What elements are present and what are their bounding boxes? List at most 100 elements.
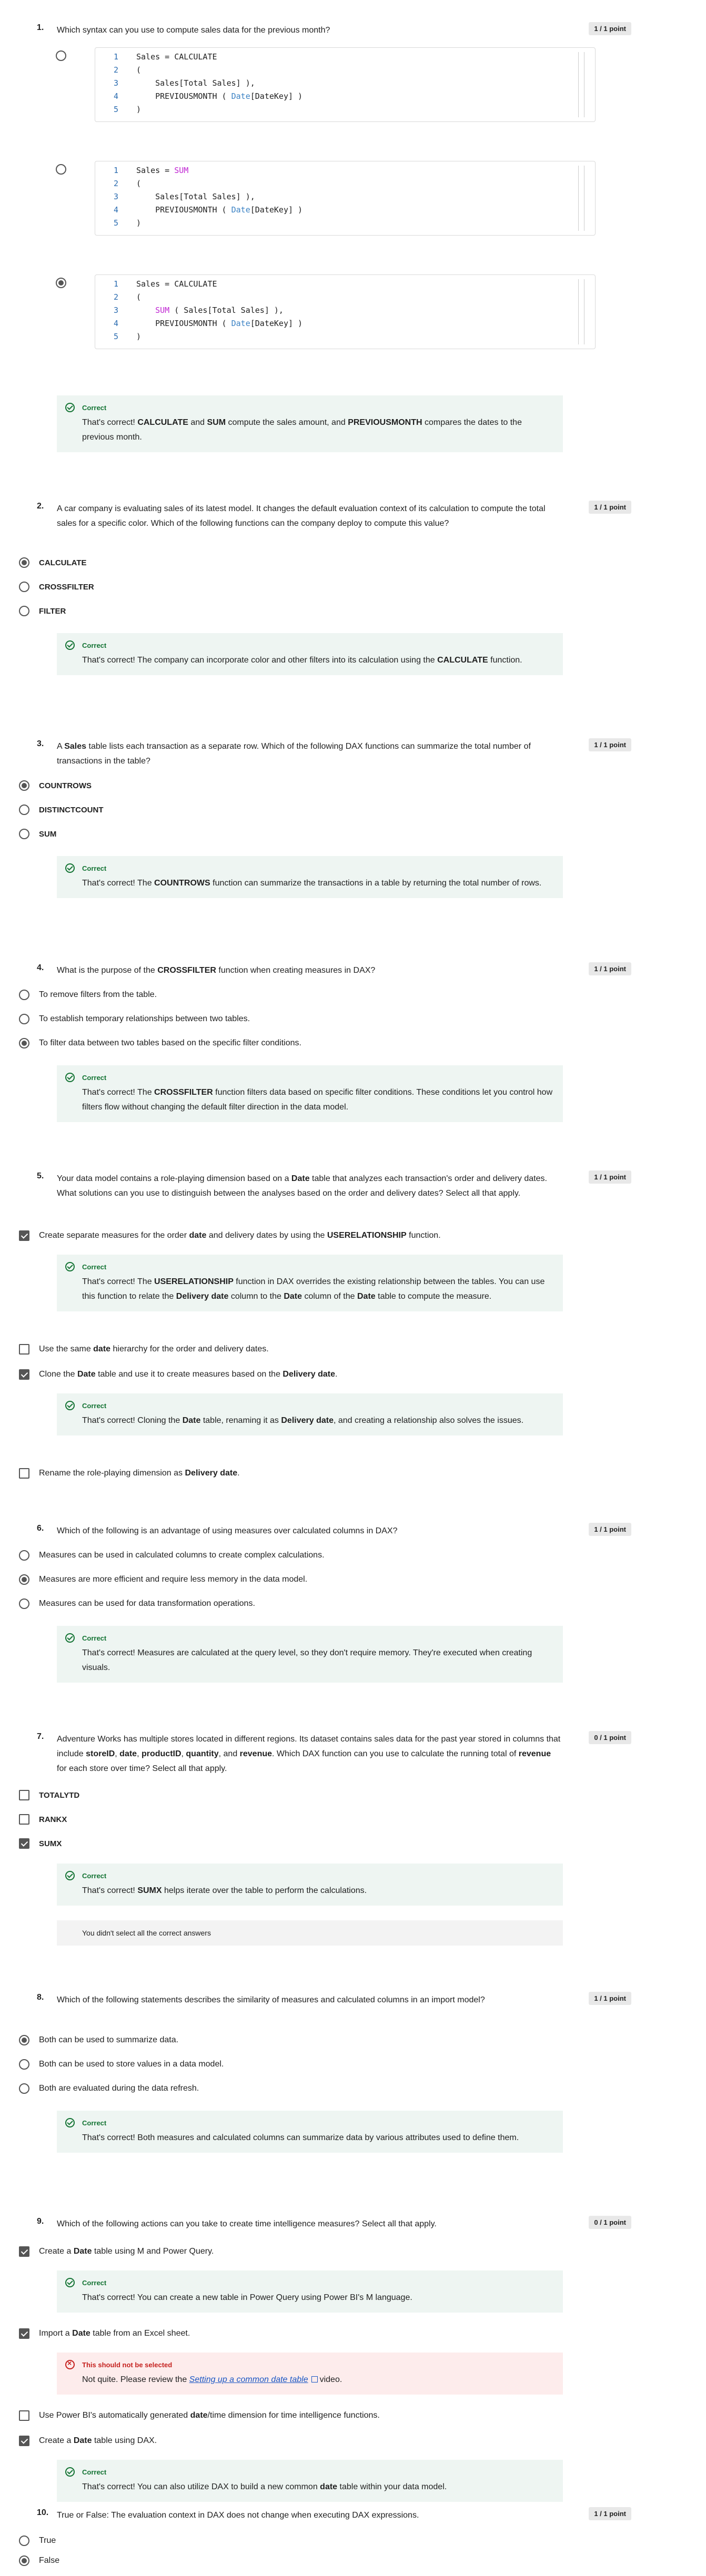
code-scrollbar[interactable] bbox=[578, 166, 584, 231]
option-userelationship[interactable]: Create separate measures for the order d… bbox=[19, 1230, 441, 1241]
feedback-title: Correct bbox=[82, 1634, 107, 1642]
code-option-3[interactable] bbox=[56, 278, 66, 288]
feedback-text: That's correct! The company can incorpor… bbox=[82, 656, 522, 665]
question-text: A car company is evaluating sales of its… bbox=[57, 504, 546, 528]
option-clone-date-table[interactable]: Clone the Date table and use it to creat… bbox=[19, 1369, 337, 1380]
option-crossfilter[interactable]: CROSSFILTER bbox=[19, 582, 94, 592]
code-line: ) bbox=[136, 218, 142, 228]
option-calculate[interactable]: CALCULATE bbox=[19, 557, 87, 568]
radio-button[interactable] bbox=[19, 2083, 29, 2094]
option-summarize-data[interactable]: Both can be used to summarize data. bbox=[19, 2035, 178, 2045]
code-scrollbar[interactable] bbox=[578, 279, 584, 344]
radio-button[interactable] bbox=[56, 164, 66, 175]
checkbox[interactable] bbox=[19, 1790, 29, 1800]
question-number: 6. bbox=[37, 1524, 44, 1533]
option-false[interactable]: False bbox=[19, 2555, 59, 2566]
option-label: Create a Date table using M and Power Qu… bbox=[39, 2247, 214, 2256]
feedback-title: Correct bbox=[82, 641, 107, 649]
radio-button-selected[interactable] bbox=[19, 2555, 29, 2566]
code-option-1[interactable] bbox=[56, 50, 66, 61]
checkbox[interactable] bbox=[19, 1344, 29, 1355]
option-measures-efficient[interactable]: Measures are more efficient and require … bbox=[19, 1574, 307, 1585]
option-same-hierarchy[interactable]: Use the same date hierarchy for the orde… bbox=[19, 1344, 269, 1355]
feedback-correct: Correct That's correct! CALCULATE and SU… bbox=[57, 395, 563, 452]
checkbox[interactable] bbox=[19, 2410, 29, 2421]
option-label: Both are evaluated during the data refre… bbox=[39, 2084, 199, 2093]
points-badge: 0 / 1 point bbox=[589, 1731, 631, 1744]
option-measures-in-columns[interactable]: Measures can be used in calculated colum… bbox=[19, 1550, 325, 1561]
option-countrows[interactable]: COUNTROWS bbox=[19, 780, 92, 791]
video-link[interactable]: Setting up a common date table bbox=[189, 2375, 308, 2384]
radio-button-selected[interactable] bbox=[19, 2035, 29, 2045]
checkbox[interactable] bbox=[19, 1468, 29, 1479]
option-filter-between-tables[interactable]: To filter data between two tables based … bbox=[19, 1038, 301, 1048]
option-store-values[interactable]: Both can be used to store values in a da… bbox=[19, 2059, 224, 2070]
option-import-excel[interactable]: Import a Date table from an Excel sheet. bbox=[19, 2328, 190, 2339]
check-circle-icon bbox=[65, 1401, 75, 1410]
radio-button[interactable] bbox=[19, 1550, 29, 1561]
radio-button[interactable] bbox=[19, 2536, 29, 2546]
checkbox-checked[interactable] bbox=[19, 2328, 29, 2339]
option-filter[interactable]: FILTER bbox=[19, 606, 66, 616]
question-number: 5. bbox=[37, 1172, 44, 1180]
radio-button-selected[interactable] bbox=[19, 780, 29, 791]
points-badge: 1 / 1 point bbox=[589, 962, 631, 975]
option-temporary-relationships[interactable]: To establish temporary relationships bet… bbox=[19, 1014, 250, 1024]
feedback-correct: Correct That's correct! You can also uti… bbox=[57, 2460, 563, 2502]
radio-button[interactable] bbox=[19, 805, 29, 815]
radio-button-selected[interactable] bbox=[19, 557, 29, 568]
question-number: 10. bbox=[37, 2508, 49, 2517]
code-line: ) bbox=[136, 105, 142, 114]
points-badge: 1 / 1 point bbox=[589, 1523, 631, 1536]
option-evaluated-refresh[interactable]: Both are evaluated during the data refre… bbox=[19, 2083, 199, 2094]
option-totalytd[interactable]: TOTALYTD bbox=[19, 1790, 79, 1800]
option-rename-dimension[interactable]: Rename the role-playing dimension as Del… bbox=[19, 1468, 240, 1479]
radio-button[interactable] bbox=[19, 582, 29, 592]
code-line: PREVIOUSMONTH ( Date[DateKey] ) bbox=[136, 319, 303, 328]
feedback-text: That's correct! The CROSSFILTER function… bbox=[82, 1088, 553, 1112]
feedback-correct: Correct That's correct! Cloning the Date… bbox=[57, 1393, 563, 1435]
code-line: Sales[Total Sales] ), bbox=[136, 192, 255, 201]
check-circle-icon bbox=[65, 403, 75, 412]
checkbox-checked[interactable] bbox=[19, 1369, 29, 1380]
option-label: Clone the Date table and use it to creat… bbox=[39, 1370, 338, 1379]
feedback-text: That's correct! SUMX helps iterate over … bbox=[82, 1886, 367, 1895]
checkbox-checked[interactable] bbox=[19, 2436, 29, 2446]
checkbox-checked[interactable] bbox=[19, 1230, 29, 1241]
option-date-table-dax[interactable]: Create a Date table using DAX. bbox=[19, 2436, 157, 2446]
radio-button-selected[interactable] bbox=[19, 1574, 29, 1585]
option-sum[interactable]: SUM bbox=[19, 829, 56, 839]
option-remove-filters[interactable]: To remove filters from the table. bbox=[19, 990, 157, 1000]
radio-button[interactable] bbox=[19, 829, 29, 839]
option-distinctcount[interactable]: DISTINCTCOUNT bbox=[19, 805, 104, 815]
radio-button[interactable] bbox=[19, 990, 29, 1000]
check-circle-icon bbox=[65, 1871, 75, 1880]
checkbox-checked[interactable] bbox=[19, 1838, 29, 1849]
check-circle-icon bbox=[65, 2278, 75, 2287]
radio-button[interactable] bbox=[19, 2059, 29, 2070]
radio-button[interactable] bbox=[56, 50, 66, 61]
option-label: SUMX bbox=[39, 1839, 62, 1848]
feedback-correct: Correct That's correct! The company can … bbox=[57, 633, 563, 675]
feedback-title: Correct bbox=[82, 403, 107, 412]
option-label: DISTINCTCOUNT bbox=[39, 805, 104, 814]
feedback-text: That's correct! CALCULATE and SUM comput… bbox=[82, 418, 522, 442]
option-rankx[interactable]: RANKX bbox=[19, 1814, 67, 1825]
code-line: Sales[Total Sales] ), bbox=[136, 78, 255, 88]
radio-button-selected[interactable] bbox=[56, 278, 66, 288]
option-date-table-m[interactable]: Create a Date table using M and Power Qu… bbox=[19, 2246, 214, 2257]
code-scrollbar[interactable] bbox=[578, 52, 584, 117]
feedback-title: Correct bbox=[82, 1871, 107, 1880]
option-sumx[interactable]: SUMX bbox=[19, 1838, 62, 1849]
radio-button-selected[interactable] bbox=[19, 1038, 29, 1048]
checkbox-checked[interactable] bbox=[19, 2246, 29, 2257]
option-data-transformation[interactable]: Measures can be used for data transforma… bbox=[19, 1598, 255, 1609]
radio-button[interactable] bbox=[19, 1598, 29, 1609]
radio-button[interactable] bbox=[19, 1014, 29, 1024]
option-auto-datetime[interactable]: Use Power BI's automatically generated d… bbox=[19, 2410, 380, 2421]
code-option-2[interactable] bbox=[56, 164, 66, 175]
radio-button[interactable] bbox=[19, 606, 29, 616]
checkbox[interactable] bbox=[19, 1814, 29, 1825]
feedback-text: That's correct! The USERELATIONSHIP func… bbox=[82, 1277, 545, 1301]
option-true[interactable]: True bbox=[19, 2536, 56, 2546]
